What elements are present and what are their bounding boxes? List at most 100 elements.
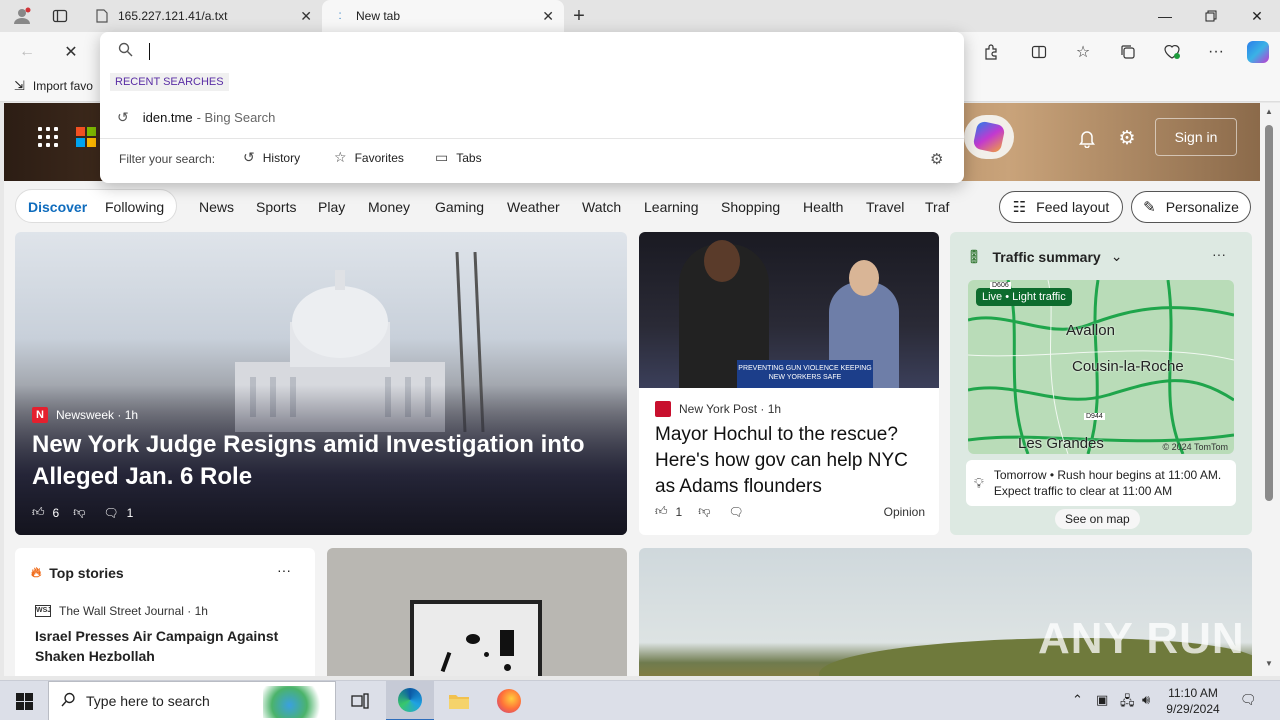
traffic-title[interactable]: 🚦︎ Traffic summary ⌄ (966, 248, 1122, 265)
close-icon[interactable]: ✕ (300, 8, 312, 25)
top-stories-label: Top stories (49, 564, 124, 581)
restore-button[interactable] (1188, 0, 1234, 32)
meet-now-icon[interactable]: ▣ (1096, 692, 1108, 708)
copilot-icon[interactable] (1243, 37, 1273, 67)
artwork-image (410, 600, 542, 676)
profile-icon[interactable] (12, 6, 32, 26)
nypost-news-card[interactable]: PREVENTING GUN VIOLENCE KEEPING NEW YORK… (639, 232, 939, 535)
nav-play[interactable]: Play (318, 199, 345, 215)
minimize-button[interactable]: — (1142, 0, 1188, 32)
nav-news[interactable]: News (199, 199, 234, 215)
page-scrollbar[interactable]: ▲ ▼ (1260, 103, 1280, 676)
system-clock[interactable]: 11:10 AM 9/29/2024 (1158, 685, 1228, 717)
more-options-icon[interactable]: ··· (1201, 37, 1231, 67)
stop-loading-button[interactable]: ✕ (56, 37, 86, 67)
tab-label: New tab (356, 9, 401, 23)
tab-new-tab[interactable]: ⁚ New tab ✕ (322, 0, 564, 32)
edge-taskbar-icon[interactable] (386, 681, 434, 720)
gear-icon[interactable]: ⚙ (930, 150, 943, 168)
filter-label: Filter your search: (119, 152, 216, 166)
filter-tabs-button[interactable]: ▭ Tabs (435, 149, 482, 166)
copilot-icon (972, 120, 1006, 154)
filter-history-button[interactable]: ↺ History (243, 149, 300, 166)
filter-tabs-label: Tabs (456, 150, 482, 165)
personalize-button[interactable]: ✎ Personalize (1131, 191, 1251, 223)
nav-gaming[interactable]: Gaming (435, 199, 484, 215)
scroll-up-icon[interactable]: ▲ (1265, 107, 1273, 116)
art-news-card[interactable] (327, 548, 627, 676)
traffic-alert-text: Tomorrow • Rush hour begins at 11:00 AM.… (993, 468, 1222, 498)
nav-traffic[interactable]: Traf (925, 199, 949, 215)
chevron-up-icon[interactable]: ⌃ (1072, 692, 1083, 708)
split-screen-icon[interactable] (1024, 37, 1054, 67)
thumbs-up-icon[interactable]: 👍︎ (32, 505, 45, 520)
volume-icon[interactable]: 🔊︎ (1142, 692, 1150, 708)
address-input[interactable] (148, 40, 938, 64)
recent-search-item[interactable]: ↺ iden.tme - Bing Search (100, 102, 964, 132)
sign-in-button[interactable]: Sign in (1155, 118, 1237, 156)
tab-a-txt[interactable]: 165.227.121.41/a.txt ✕ (84, 0, 322, 32)
nav-shopping[interactable]: Shopping (721, 199, 780, 215)
nav-travel[interactable]: Travel (866, 199, 904, 215)
article-source: N Newsweek · 1h (32, 407, 138, 423)
recent-query: iden.tme (142, 109, 193, 125)
copilot-button[interactable] (964, 115, 1014, 159)
nav-weather[interactable]: Weather (507, 199, 560, 215)
favorites-star-icon[interactable]: ☆ (1068, 37, 1098, 67)
thumbs-down-icon[interactable]: 👎︎ (73, 505, 85, 520)
tabs-icon: ▭ (435, 149, 449, 165)
loading-icon: ⁚ (338, 10, 342, 21)
comment-icon[interactable]: 🗨︎ (103, 506, 118, 520)
map-place-label: Les Grandes (1018, 435, 1104, 452)
filter-favorites-button[interactable]: ☆ Favorites (334, 149, 404, 166)
traffic-map[interactable]: Live • Light traffic Avallon Cousin-la-R… (968, 280, 1234, 454)
nav-money[interactable]: Money (368, 199, 410, 215)
nav-health[interactable]: Health (803, 199, 843, 215)
import-favorites-button[interactable]: ⇲ Import favo (14, 78, 93, 94)
feed-navigation: Discover Following News Sports Play Mone… (4, 185, 1260, 229)
text-caret (149, 43, 150, 60)
scroll-thumb[interactable] (1265, 125, 1273, 501)
close-window-button[interactable]: ✕ (1234, 0, 1280, 32)
top-stories-title: 🔥︎ Top stories (31, 564, 124, 581)
nav-watch[interactable]: Watch (582, 199, 621, 215)
app-launcher-icon[interactable] (38, 127, 58, 147)
thumbs-up-icon[interactable]: 👍︎ (655, 504, 668, 519)
taskbar-search[interactable]: Type here to search (48, 681, 336, 720)
firefox-icon[interactable] (485, 681, 533, 720)
settings-gear-icon[interactable]: ⚙ (1114, 125, 1140, 151)
nav-sports[interactable]: Sports (256, 199, 296, 215)
feed-layout-label: Feed layout (1036, 199, 1110, 215)
notifications-icon[interactable]: 🗨︎ (1240, 692, 1257, 708)
scroll-down-icon[interactable]: ▼ (1265, 659, 1273, 668)
collections-icon[interactable] (1113, 37, 1143, 67)
more-options-icon[interactable]: ··· (277, 562, 291, 578)
close-icon[interactable]: ✕ (542, 8, 554, 25)
article-headline[interactable]: New York Judge Resigns amid Investigatio… (32, 429, 592, 493)
network-icon[interactable]: 🖧︎ (1120, 692, 1135, 714)
notifications-bell-icon[interactable] (1074, 125, 1100, 151)
file-explorer-icon[interactable] (435, 681, 483, 720)
article-headline[interactable]: Mayor Hochul to the rescue? Here's how g… (655, 422, 927, 500)
hero-news-card[interactable]: N Newsweek · 1h New York Judge Resigns a… (15, 232, 627, 535)
back-button[interactable]: ← (12, 37, 42, 67)
start-button[interactable] (0, 681, 48, 720)
like-count: 1 (675, 504, 683, 519)
comment-icon[interactable]: 🗨︎ (728, 505, 743, 519)
thumbs-down-icon[interactable]: 👎︎ (698, 504, 710, 519)
like-count: 6 (52, 505, 60, 520)
source-age: · 1h (187, 604, 208, 618)
extensions-icon[interactable] (976, 37, 1006, 67)
tab-following[interactable]: Following (105, 199, 164, 215)
source-name: The Wall Street Journal (59, 604, 184, 618)
feed-layout-button[interactable]: ☷ Feed layout (999, 191, 1123, 223)
nav-learning[interactable]: Learning (644, 199, 699, 215)
task-view-icon[interactable] (336, 681, 384, 720)
new-tab-button[interactable]: + (569, 5, 589, 27)
see-on-map-button[interactable]: See on map (1055, 509, 1140, 529)
tab-discover[interactable]: Discover (28, 199, 87, 215)
tab-actions-icon[interactable] (50, 6, 70, 26)
article-headline[interactable]: Israel Presses Air Campaign Against Shak… (35, 626, 295, 666)
browser-essentials-icon[interactable] (1157, 37, 1187, 67)
more-options-icon[interactable]: ··· (1212, 246, 1226, 262)
